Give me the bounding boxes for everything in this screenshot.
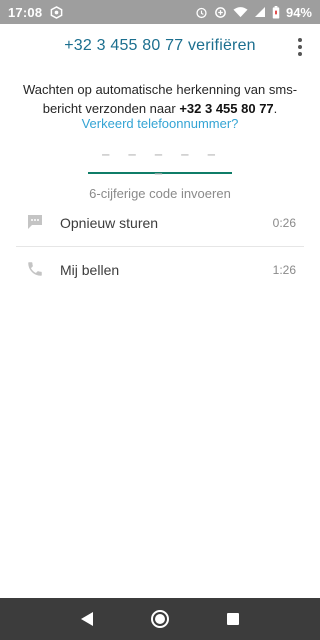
status-time: 17:08 — [8, 4, 43, 20]
call-me-timer: 1:26 — [272, 263, 296, 277]
resend-timer: 0:26 — [272, 216, 296, 230]
data-saver-icon — [214, 6, 227, 19]
app-notification-icon — [50, 5, 63, 19]
wrong-number-link[interactable]: Verkeerd telefoonnummer? — [0, 116, 320, 131]
status-right: 94% — [195, 5, 312, 20]
call-me-label: Mij bellen — [60, 262, 120, 278]
instruction-text: Wachten op automatische herkenning van s… — [10, 80, 310, 118]
phone-icon — [26, 260, 46, 280]
instruction-suffix: . — [273, 101, 278, 116]
status-bar: 17:08 94% — [0, 0, 320, 24]
resend-label: Opnieuw sturen — [60, 215, 159, 231]
call-me-row[interactable]: Mij bellen 1:26 — [0, 247, 320, 293]
code-input[interactable]: – – – – – – — [88, 144, 232, 184]
more-vert-icon[interactable] — [290, 36, 310, 58]
page-title: +32 3 455 80 77 verifiëren — [64, 37, 256, 54]
status-left: 17:08 — [8, 5, 63, 20]
alarm-icon — [195, 6, 208, 19]
battery-icon — [272, 5, 280, 19]
instruction-phone: +32 3 455 80 77 — [179, 101, 274, 116]
code-hint: 6-cijferige code invoeren — [89, 186, 231, 201]
navigation-bar — [0, 598, 320, 640]
signal-icon — [254, 6, 266, 18]
recents-icon[interactable] — [220, 606, 246, 632]
resend-sms-row[interactable]: Opnieuw sturen 0:26 — [0, 200, 320, 246]
header: +32 3 455 80 77 verifiëren — [0, 24, 320, 70]
battery-percentage: 94% — [285, 4, 312, 20]
home-icon[interactable] — [147, 606, 173, 632]
back-icon[interactable] — [74, 606, 100, 632]
wifi-icon — [233, 6, 248, 18]
message-icon — [26, 213, 46, 233]
